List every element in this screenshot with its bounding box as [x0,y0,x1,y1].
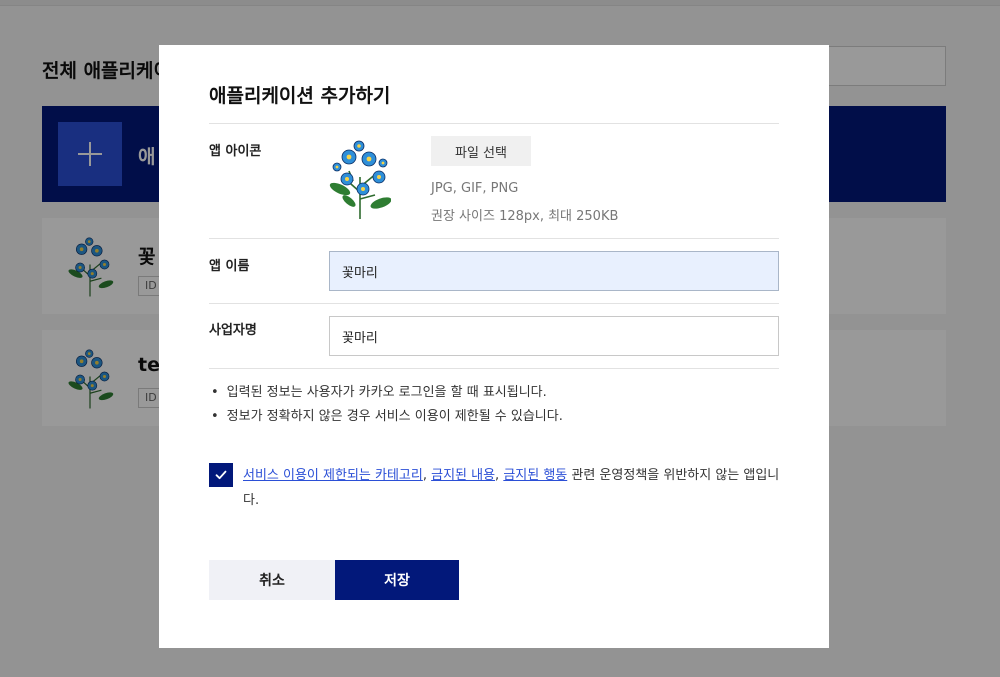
forget-me-not-flower-icon [329,140,391,219]
divider [209,238,779,239]
company-name-label: 사업자명 [209,323,257,338]
notice-item: 정보가 정확하지 않은 경우 서비스 이용이 제한될 수 있습니다. [211,405,563,429]
save-button[interactable]: 저장 [335,560,459,600]
company-name-input[interactable] [329,316,779,356]
agreement-checkbox[interactable] [209,463,233,487]
restricted-category-link[interactable]: 서비스 이용이 제한되는 카테고리 [243,468,423,483]
modal-title: 애플리케이션 추가하기 [209,85,391,107]
divider [209,303,779,304]
app-name-label: 앱 이름 [209,259,250,274]
prohibited-behavior-link[interactable]: 금지된 행동 [503,468,567,483]
check-icon [215,470,227,480]
app-name-input[interactable] [329,251,779,291]
file-size-hint: 권장 사이즈 128px, 최대 250KB [431,209,619,224]
notice-list: 입력된 정보는 사용자가 카카오 로그인을 할 때 표시됩니다. 정보가 정확하… [211,381,563,429]
agreement-text: 서비스 이용이 제한되는 카테고리, 금지된 내용, 금지된 행동 관련 운영정… [243,463,783,513]
add-application-modal: 애플리케이션 추가하기 앱 아이콘 파일 선택 JPG, GIF, PNG 권장… [159,45,829,648]
file-select-button[interactable]: 파일 선택 [431,136,531,166]
separator: , [422,468,432,483]
divider [209,123,779,124]
cancel-button[interactable]: 취소 [209,560,335,600]
file-format-hint: JPG, GIF, PNG [431,181,519,196]
divider [209,368,779,369]
notice-item: 입력된 정보는 사용자가 카카오 로그인을 할 때 표시됩니다. [211,381,563,405]
app-icon-label: 앱 아이콘 [209,144,262,159]
prohibited-content-link[interactable]: 금지된 내용 [431,468,495,483]
